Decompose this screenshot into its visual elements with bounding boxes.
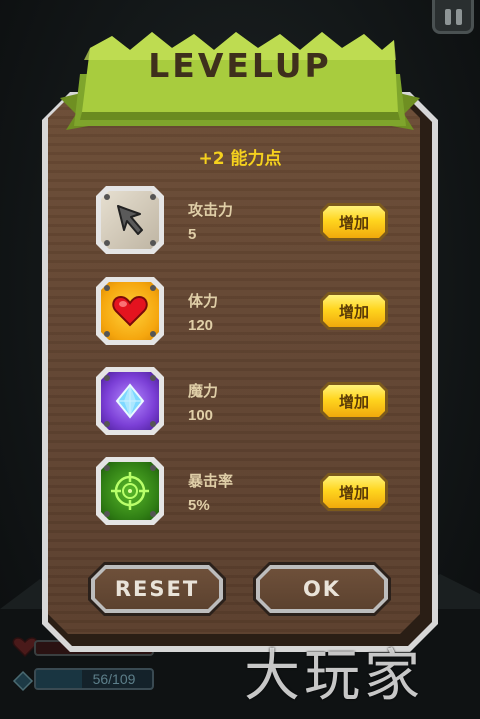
hud-mana-text: 56/109	[92, 671, 136, 687]
pause-bar-right	[455, 9, 462, 25]
arrow-cursor-icon	[117, 205, 143, 235]
ability-points-label: +2 能力点	[198, 149, 282, 169]
heart-icon	[112, 295, 148, 327]
stat-name-health: 体力	[188, 292, 219, 310]
mana-icon-frame	[96, 367, 164, 435]
levelup-title: LEVELUP	[148, 46, 332, 85]
stat-name-crit: 暴击率	[188, 472, 234, 490]
add-attack-button[interactable]: 增加	[320, 203, 388, 241]
diamond-gem-icon	[115, 383, 145, 419]
hud-mana-bar: 56/109	[34, 668, 154, 690]
health-icon-frame	[96, 277, 164, 345]
add-crit-button[interactable]: 增加	[320, 473, 388, 511]
hud-mana-icon	[12, 670, 34, 692]
attack-icon-frame	[96, 186, 164, 254]
reset-button[interactable]: RESET	[88, 562, 226, 616]
stat-name-mana: 魔力	[188, 382, 219, 400]
crosshair-target-icon	[111, 472, 149, 510]
stat-value-mana: 100	[188, 407, 214, 424]
crit-icon-frame	[96, 457, 164, 525]
stat-value-health: 120	[188, 317, 214, 334]
pause-button[interactable]	[432, 0, 474, 34]
stat-name-attack: 攻击力	[188, 201, 234, 219]
ok-button[interactable]: OK	[253, 562, 391, 616]
pause-bar-left	[444, 9, 451, 25]
stat-value-crit: 5%	[188, 497, 210, 514]
add-mana-button[interactable]: 增加	[320, 382, 388, 420]
stat-value-attack: 5	[188, 226, 197, 243]
watermark-text: 大玩家	[244, 644, 424, 709]
add-health-button[interactable]: 增加	[320, 292, 388, 330]
hud-mana-fill	[36, 670, 83, 688]
